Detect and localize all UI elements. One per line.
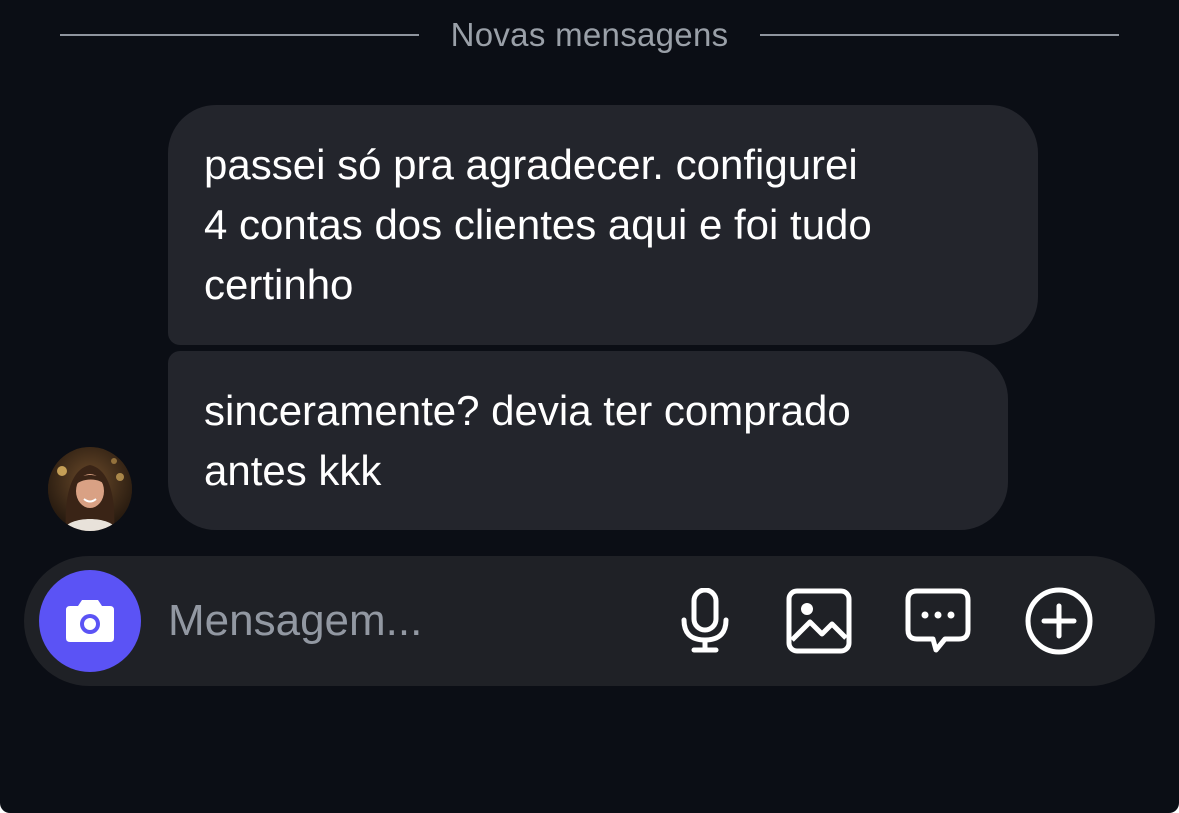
new-messages-divider: Novas mensagens [60,14,1120,56]
plus-circle-icon [1025,587,1093,655]
message-bubble[interactable]: passei só pra agradecer. configurei 4 co… [168,105,1038,345]
avatar[interactable] [48,447,132,531]
message-text: sinceramente? devia ter comprado antes k… [204,387,851,494]
message-input[interactable] [168,588,628,654]
microphone-icon [681,588,729,653]
message-composer [24,556,1155,686]
message-text: passei só pra agradecer. configurei 4 co… [204,141,872,308]
microphone-button[interactable] [668,584,742,658]
person-photo-icon [48,447,132,531]
chat-bubble-icon [905,588,971,653]
divider-line-left [60,34,419,36]
image-icon [786,588,852,654]
divider-line-right [760,34,1120,36]
more-options-button[interactable] [1022,584,1096,658]
camera-button[interactable] [39,570,141,672]
sticker-button[interactable] [901,584,975,658]
message-bubble[interactable]: sinceramente? devia ter comprado antes k… [168,351,1008,530]
gallery-button[interactable] [782,584,856,658]
camera-icon [66,600,114,642]
chat-screen: Novas mensagens passei só pra agradecer.… [0,0,1179,813]
new-messages-label: Novas mensagens [450,16,729,53]
